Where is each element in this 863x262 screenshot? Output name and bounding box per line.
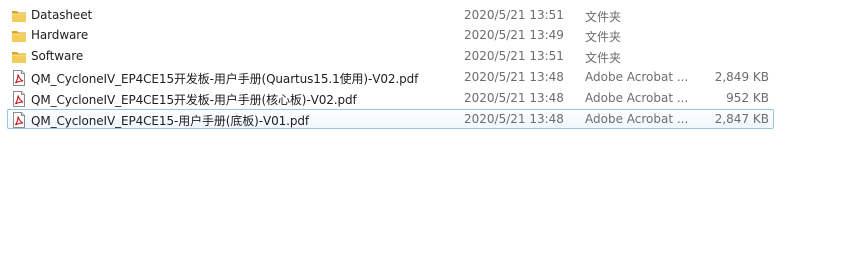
file-size: 2,847 KB [714,112,769,126]
folder-icon [11,8,27,24]
file-date: 2020/5/21 13:51 [464,8,564,22]
file-date: 2020/5/21 13:48 [464,112,564,126]
file-type: 文件夹 [585,51,622,65]
pdf-icon [11,112,27,128]
file-name: Datasheet [31,8,93,22]
file-date: 2020/5/21 13:51 [464,49,564,63]
file-name: QM_CycloneIV_EP4CE15开发板-用户手册(Quartus15.1… [31,72,419,86]
pdf-icon [11,91,27,107]
file-type: Adobe Acrobat ... [585,91,689,105]
folder-icon [11,28,27,44]
file-size: 2,849 KB [714,70,769,84]
file-type: Adobe Acrobat ... [585,70,689,84]
pdf-icon [11,70,27,86]
file-row-pdf-quartus[interactable]: QM_CycloneIV_EP4CE15开发板-用户手册(Quartus15.1… [7,67,774,87]
file-row-software[interactable]: Software 2020/5/21 13:51 文件夹 [7,46,774,66]
file-type: 文件夹 [585,30,622,44]
file-date: 2020/5/21 13:49 [464,28,564,42]
file-date: 2020/5/21 13:48 [464,70,564,84]
file-size: 952 KB [726,91,769,105]
file-row-pdf-core-board[interactable]: QM_CycloneIV_EP4CE15开发板-用户手册(核心板)-V02.pd… [7,88,774,108]
file-row-pdf-base-board[interactable]: QM_CycloneIV_EP4CE15-用户手册(底板)-V01.pdf 20… [7,109,774,129]
folder-icon [11,49,27,65]
file-row-datasheet[interactable]: Datasheet 2020/5/21 13:51 文件夹 [7,5,774,25]
file-type: 文件夹 [585,10,622,24]
file-type: Adobe Acrobat ... [585,112,689,126]
file-row-hardware[interactable]: Hardware 2020/5/21 13:49 文件夹 [7,25,774,45]
file-name: QM_CycloneIV_EP4CE15开发板-用户手册(核心板)-V02.pd… [31,93,357,107]
file-date: 2020/5/21 13:48 [464,91,564,105]
file-name: Hardware [31,28,89,42]
file-name: Software [31,49,84,63]
file-list: Datasheet 2020/5/21 13:51 文件夹 Hardware 2… [0,0,863,262]
file-name: QM_CycloneIV_EP4CE15-用户手册(底板)-V01.pdf [31,114,310,128]
